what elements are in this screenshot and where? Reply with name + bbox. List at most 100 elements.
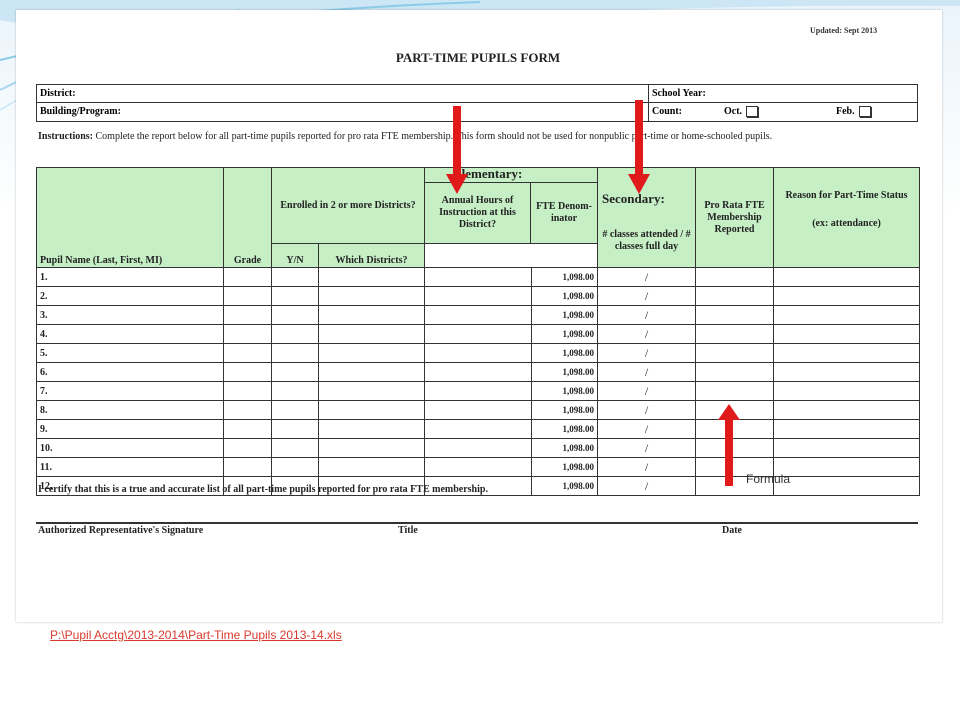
row-number[interactable]: 1.: [36, 267, 224, 287]
row-number[interactable]: 2.: [36, 286, 224, 306]
reason-cell[interactable]: [773, 343, 920, 363]
col-classes-attended: # classes attended / # classes full day: [602, 229, 691, 252]
reason-cell[interactable]: [773, 267, 920, 287]
row-number[interactable]: 5.: [36, 343, 224, 363]
row-number[interactable]: 4.: [36, 324, 224, 344]
annual-hours-cell[interactable]: [424, 324, 532, 344]
pupils-table: Pupil Name (Last, First, MI) Grade Enrol…: [36, 167, 920, 496]
reason-cell[interactable]: [773, 419, 920, 439]
classes-cell[interactable]: /: [597, 438, 696, 458]
reason-cell[interactable]: [773, 305, 920, 325]
fte-cell: 1,098.00: [530, 457, 599, 477]
annual-hours-cell[interactable]: [424, 381, 532, 401]
table-row: 5. 1,098.00/: [36, 343, 920, 363]
which-districts-cell[interactable]: [318, 419, 425, 439]
annual-hours-cell[interactable]: [424, 343, 532, 363]
fte-cell: 1,098.00: [530, 305, 599, 325]
col-grade: Grade: [223, 167, 272, 268]
secondary-label: Secondary:: [602, 191, 665, 206]
which-districts-cell[interactable]: [318, 305, 425, 325]
yn-cell[interactable]: [271, 286, 319, 306]
reason-cell[interactable]: [773, 400, 920, 420]
grade-cell[interactable]: [223, 419, 272, 439]
annual-hours-cell[interactable]: [424, 305, 532, 325]
classes-cell[interactable]: /: [597, 419, 696, 439]
grade-cell[interactable]: [223, 400, 272, 420]
annual-hours-cell[interactable]: [424, 457, 532, 477]
reason-cell[interactable]: [773, 286, 920, 306]
row-number[interactable]: 6.: [36, 362, 224, 382]
classes-cell[interactable]: /: [597, 400, 696, 420]
row-number[interactable]: 7.: [36, 381, 224, 401]
classes-cell[interactable]: /: [597, 476, 696, 496]
oct-label: Oct.: [724, 106, 743, 117]
reason-cell[interactable]: [773, 381, 920, 401]
yn-cell[interactable]: [271, 419, 319, 439]
annual-hours-cell[interactable]: [424, 419, 532, 439]
classes-cell[interactable]: /: [597, 381, 696, 401]
grade-cell[interactable]: [223, 324, 272, 344]
annual-hours-cell[interactable]: [424, 400, 532, 420]
reason-cell[interactable]: [773, 324, 920, 344]
classes-cell[interactable]: /: [597, 324, 696, 344]
table-row: 9. 1,098.00/: [36, 419, 920, 439]
yn-cell[interactable]: [271, 362, 319, 382]
updated-date: Updated: Sept 2013: [810, 26, 878, 35]
which-districts-cell[interactable]: [318, 324, 425, 344]
row-number[interactable]: 9.: [36, 419, 224, 439]
fte-cell: 1,098.00: [530, 343, 599, 363]
which-districts-cell[interactable]: [318, 381, 425, 401]
grade-cell[interactable]: [223, 305, 272, 325]
classes-cell[interactable]: /: [597, 305, 696, 325]
yn-cell[interactable]: [271, 267, 319, 287]
feb-checkbox[interactable]: [858, 106, 871, 118]
which-districts-cell[interactable]: [318, 286, 425, 306]
fte-cell: 1,098.00: [530, 419, 599, 439]
which-districts-cell[interactable]: [318, 400, 425, 420]
instructions-text: Complete the report below for all part-t…: [93, 131, 773, 142]
annual-hours-cell[interactable]: [424, 267, 532, 287]
annual-hours-cell[interactable]: [424, 286, 532, 306]
grade-cell[interactable]: [223, 267, 272, 287]
grade-cell[interactable]: [223, 286, 272, 306]
yn-cell[interactable]: [271, 457, 319, 477]
which-districts-cell[interactable]: [318, 267, 425, 287]
row-number[interactable]: 8.: [36, 400, 224, 420]
classes-cell[interactable]: /: [597, 457, 696, 477]
classes-cell[interactable]: /: [597, 362, 696, 382]
signature-label: Authorized Representative's Signature: [38, 525, 204, 536]
row-number[interactable]: 11.: [36, 457, 224, 477]
which-districts-cell[interactable]: [318, 457, 425, 477]
yn-cell[interactable]: [271, 324, 319, 344]
which-districts-cell[interactable]: [318, 438, 425, 458]
reason-cell[interactable]: [773, 476, 920, 496]
classes-cell[interactable]: /: [597, 267, 696, 287]
fte-cell: 1,098.00: [530, 381, 599, 401]
yn-cell[interactable]: [271, 400, 319, 420]
reason-cell[interactable]: [773, 457, 920, 477]
annual-hours-cell[interactable]: [424, 362, 532, 382]
which-districts-cell[interactable]: [318, 362, 425, 382]
yn-cell[interactable]: [271, 381, 319, 401]
reason-cell[interactable]: [773, 362, 920, 382]
grade-cell[interactable]: [223, 438, 272, 458]
oct-checkbox[interactable]: [746, 106, 759, 118]
col-which-districts: Which Districts?: [318, 243, 425, 268]
file-link[interactable]: P:\Pupil Acctg\2013-2014\Part-Time Pupil…: [50, 628, 342, 642]
grade-cell[interactable]: [223, 457, 272, 477]
grade-cell[interactable]: [223, 343, 272, 363]
annual-hours-cell[interactable]: [424, 438, 532, 458]
grade-cell[interactable]: [223, 381, 272, 401]
instructions: Instructions: Complete the report below …: [38, 130, 910, 143]
reason-cell[interactable]: [773, 438, 920, 458]
yn-cell[interactable]: [271, 343, 319, 363]
which-districts-cell[interactable]: [318, 343, 425, 363]
classes-cell[interactable]: /: [597, 343, 696, 363]
yn-cell[interactable]: [271, 305, 319, 325]
grade-cell[interactable]: [223, 362, 272, 382]
school-year-label: School Year:: [652, 88, 706, 99]
yn-cell[interactable]: [271, 438, 319, 458]
classes-cell[interactable]: /: [597, 286, 696, 306]
row-number[interactable]: 3.: [36, 305, 224, 325]
row-number[interactable]: 10.: [36, 438, 224, 458]
